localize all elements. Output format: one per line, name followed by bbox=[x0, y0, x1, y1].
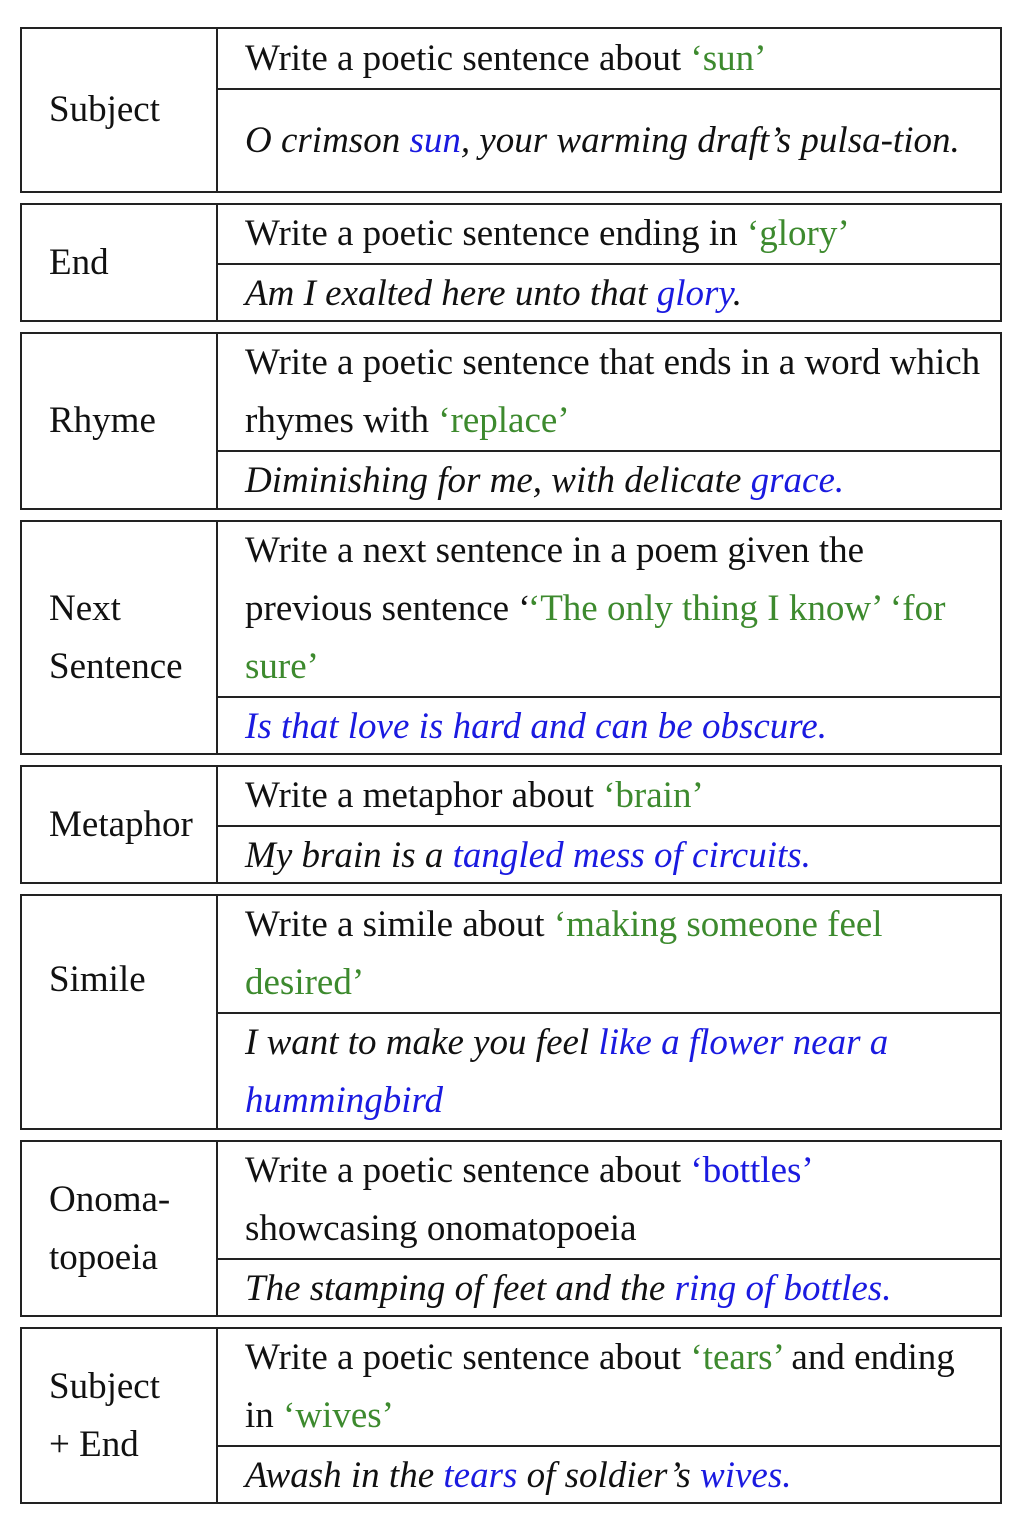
response-cell: I want to make you feel like a flower ne… bbox=[218, 1012, 1000, 1130]
response-keyword: grace. bbox=[750, 460, 845, 501]
response-cell: Diminishing for me, with delicate grace. bbox=[218, 450, 1000, 510]
instruction-cell: Write a poetic sentence about ‘sun’ bbox=[218, 29, 1000, 88]
response-text: The stamping of feet and the bbox=[245, 1268, 675, 1309]
row-label-text: Subject bbox=[49, 89, 160, 130]
instruction-keyword: ‘glory’ bbox=[746, 213, 850, 254]
response-keyword: wives. bbox=[700, 1455, 792, 1496]
table-row: Next Sentence Write a next sentence in a… bbox=[20, 520, 1002, 755]
row-label-text: Rhyme bbox=[49, 400, 156, 441]
instruction-cell: Write a simile about ‘making someone fee… bbox=[218, 896, 1000, 1012]
response-cell: Am I exalted here unto that glory. bbox=[218, 263, 1000, 323]
response-keyword: glory bbox=[656, 273, 733, 314]
instruction-keyword: ‘tears’ bbox=[690, 1337, 783, 1378]
response-text: . bbox=[732, 273, 742, 314]
table-row: Subject Write a poetic sentence about ‘s… bbox=[20, 27, 1002, 193]
table-row: Onoma-topoeia Write a poetic sentence ab… bbox=[20, 1140, 1002, 1317]
response-cell: My brain is a tangled mess of circuits. bbox=[218, 825, 1000, 885]
row-label: Rhyme bbox=[22, 334, 218, 508]
response-text: Am I exalted here unto that bbox=[245, 273, 657, 314]
row-label: Simile bbox=[22, 896, 218, 1128]
row-label-text: End bbox=[49, 241, 109, 283]
response-text: , your warming draft’s pulsa-tion. bbox=[460, 119, 960, 161]
table-row: Subject + End Write a poetic sentence ab… bbox=[20, 1327, 1002, 1504]
instruction-keyword: ‘bottles’ bbox=[690, 1150, 811, 1191]
table-row: Rhyme Write a poetic sentence that ends … bbox=[20, 332, 1002, 510]
instruction-keyword: ‘wives’ bbox=[283, 1395, 394, 1436]
response-cell: Is that love is hard and can be obscure. bbox=[218, 696, 1000, 756]
instruction-cell: Write a next sentence in a poem given th… bbox=[218, 522, 1000, 696]
response-keyword: tangled mess of circuits. bbox=[452, 835, 811, 876]
instruction-keyword: ‘sun’ bbox=[690, 37, 767, 79]
instruction-keyword: ‘replace’ bbox=[438, 400, 570, 441]
row-label: End bbox=[22, 205, 218, 320]
table-row: Simile Write a simile about ‘making some… bbox=[20, 894, 1002, 1130]
response-text: Diminishing for me, with delicate bbox=[245, 460, 751, 501]
response-cell: The stamping of feet and the ring of bot… bbox=[218, 1258, 1000, 1318]
instruction-text: Write a poetic sentence about bbox=[245, 37, 691, 79]
table-row: End Write a poetic sentence ending in ‘g… bbox=[20, 203, 1002, 322]
instruction-text: Write a poetic sentence about bbox=[245, 1150, 691, 1191]
row-label: Onoma-topoeia bbox=[22, 1142, 218, 1315]
instruction-cell: Write a metaphor about ‘brain’ bbox=[218, 767, 1000, 825]
response-keyword: Is that love is hard and can be obscure. bbox=[245, 706, 827, 747]
instruction-text: Write a simile about bbox=[245, 904, 554, 945]
instruction-text: Write a poetic sentence ending in bbox=[245, 213, 747, 254]
instruction-cell: Write a poetic sentence about ‘bottles’ … bbox=[218, 1142, 1000, 1258]
row-label-text: Onoma-topoeia bbox=[49, 1178, 171, 1278]
instruction-text: Write a poetic sentence about bbox=[245, 1337, 691, 1378]
instruction-cell: Write a poetic sentence about ‘tears’ an… bbox=[218, 1329, 1000, 1445]
instruction-cell: Write a poetic sentence that ends in a w… bbox=[218, 334, 1000, 450]
row-label-text: Next Sentence bbox=[49, 587, 183, 687]
row-label-text: Metaphor bbox=[49, 803, 193, 845]
instruction-text: showcasing onomatopoeia bbox=[245, 1208, 637, 1249]
instruction-text: Write a metaphor about bbox=[245, 775, 604, 816]
row-label: Subject + End bbox=[22, 1329, 218, 1502]
response-cell: O crimson sun, your warming draft’s puls… bbox=[218, 88, 1000, 191]
instruction-text: Write a poetic sentence that ends in a w… bbox=[245, 342, 981, 441]
instruction-cell: Write a poetic sentence ending in ‘glory… bbox=[218, 205, 1000, 263]
response-text: Awash in the bbox=[245, 1455, 444, 1496]
row-label: Subject bbox=[22, 29, 218, 191]
row-label-text: Subject + End bbox=[49, 1365, 160, 1465]
response-text: of soldier’s bbox=[517, 1455, 701, 1496]
table-row: Metaphor Write a metaphor about ‘brain’ … bbox=[20, 765, 1002, 884]
response-text: I want to make you feel bbox=[245, 1022, 599, 1063]
row-label: Metaphor bbox=[22, 767, 218, 882]
response-text: O crimson bbox=[245, 119, 410, 161]
row-label-text: Simile bbox=[49, 959, 146, 1000]
response-keyword: sun bbox=[409, 119, 461, 161]
response-keyword: tears bbox=[443, 1455, 518, 1496]
response-text: My brain is a bbox=[245, 835, 453, 876]
instruction-keyword: ‘brain’ bbox=[603, 775, 704, 816]
response-cell: Awash in the tears of soldier’s wives. bbox=[218, 1445, 1000, 1505]
row-label: Next Sentence bbox=[22, 522, 218, 753]
response-keyword: ring of bottles. bbox=[674, 1268, 892, 1309]
